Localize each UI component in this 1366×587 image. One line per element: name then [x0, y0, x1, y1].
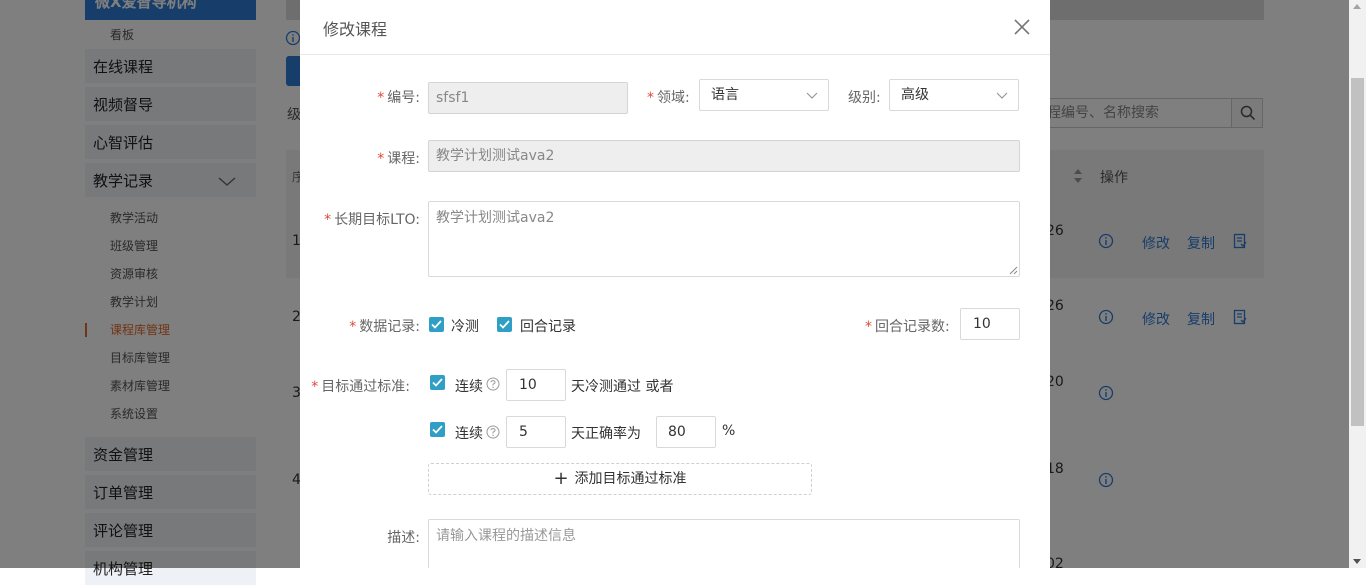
pass-criteria-label: * 目标通过标准:: [311, 376, 410, 396]
code-field: sfsf1: [428, 82, 628, 114]
description-placeholder: 请输入课程的描述信息: [436, 528, 576, 544]
checkmark-icon: [432, 425, 443, 434]
scroll-down-arrow-icon[interactable]: [1353, 559, 1361, 564]
course-label: * 课程:: [377, 148, 420, 168]
checkmark-icon: [432, 378, 443, 387]
description-textarea[interactable]: 请输入课程的描述信息: [428, 519, 1020, 568]
round-record-label[interactable]: 回合记录: [520, 316, 576, 336]
round-record-checkbox[interactable]: [497, 317, 512, 332]
chevron-down-icon: [806, 92, 818, 99]
scroll-up-arrow-icon[interactable]: [1353, 4, 1361, 9]
data-record-label-text: 数据记录:: [359, 319, 420, 335]
help-icon[interactable]: [486, 425, 500, 439]
required-mark: *: [647, 90, 654, 106]
course-name-field: 教学计划测试ava2: [428, 140, 1020, 172]
domain-label: * 领域:: [647, 87, 690, 107]
chevron-down-icon: [996, 92, 1008, 99]
add-criteria-button[interactable]: + 添加目标通过标准: [428, 463, 812, 495]
lto-label: * 长期目标LTO:: [324, 209, 420, 229]
code-label: * 编号:: [377, 87, 420, 107]
level-label: 级别:: [848, 90, 881, 106]
round-count-input[interactable]: 10: [960, 308, 1020, 340]
rule2-checkbox[interactable]: [430, 422, 445, 437]
rule1-days-input[interactable]: 10: [506, 369, 566, 401]
rule2-days-input[interactable]: 5: [506, 416, 566, 448]
pass-criteria-label-text: 目标通过标准:: [321, 379, 410, 395]
resize-handle-icon[interactable]: [1009, 266, 1018, 275]
lto-textarea-value: 教学计划测试ava2: [436, 210, 555, 226]
description-label: 描述:: [387, 530, 420, 546]
cold-test-label[interactable]: 冷测: [451, 316, 479, 336]
rule2-middle: 天正确率为: [571, 426, 641, 442]
required-mark: *: [865, 319, 872, 335]
required-mark: *: [377, 151, 385, 167]
data-record-label: * 数据记录:: [349, 316, 420, 336]
round-count-label: * 回合记录数:: [865, 316, 950, 336]
course-label-text: 课程:: [387, 151, 420, 167]
rule1-checkbox[interactable]: [430, 375, 445, 390]
help-icon[interactable]: [486, 377, 500, 391]
rule1-suffix: 天冷测通过 或者: [571, 379, 674, 395]
page-scrollbar[interactable]: [1349, 0, 1366, 568]
lto-textarea[interactable]: 教学计划测试ava2: [428, 201, 1020, 277]
required-mark: *: [377, 90, 385, 106]
level-select-value: 高级: [901, 87, 929, 103]
dialog-title: 修改课程: [323, 20, 388, 39]
close-icon[interactable]: [1013, 18, 1031, 36]
code-label-text: 编号:: [387, 90, 420, 106]
rule2-prefix: 连续: [455, 426, 483, 442]
dialog-divider: [300, 54, 1050, 55]
level-select[interactable]: 高级: [889, 79, 1019, 111]
scrollbar-thumb[interactable]: [1351, 78, 1364, 426]
required-mark: *: [311, 379, 319, 395]
domain-select-value: 语言: [711, 87, 739, 103]
add-criteria-label: 添加目标通过标准: [574, 471, 687, 487]
required-mark: *: [349, 319, 357, 335]
edit-course-dialog: 修改课程 * 编号: sfsf1 * 领域: 语言 级别: 高级 * 课程: 教学计划…: [300, 0, 1050, 568]
plus-icon: +: [553, 468, 569, 489]
rule1-prefix: 连续: [455, 379, 483, 395]
lto-label-text: 长期目标LTO:: [334, 212, 420, 228]
domain-select[interactable]: 语言: [699, 79, 829, 111]
rule2-percent-input[interactable]: 80: [656, 416, 716, 448]
domain-label-text: 领域:: [657, 90, 690, 106]
rule2-unit: %: [722, 423, 736, 439]
checkmark-icon: [499, 320, 510, 329]
required-mark: *: [324, 212, 332, 228]
cold-test-checkbox[interactable]: [429, 317, 444, 332]
checkmark-icon: [431, 320, 442, 329]
round-count-label-text: 回合记录数:: [875, 319, 950, 335]
